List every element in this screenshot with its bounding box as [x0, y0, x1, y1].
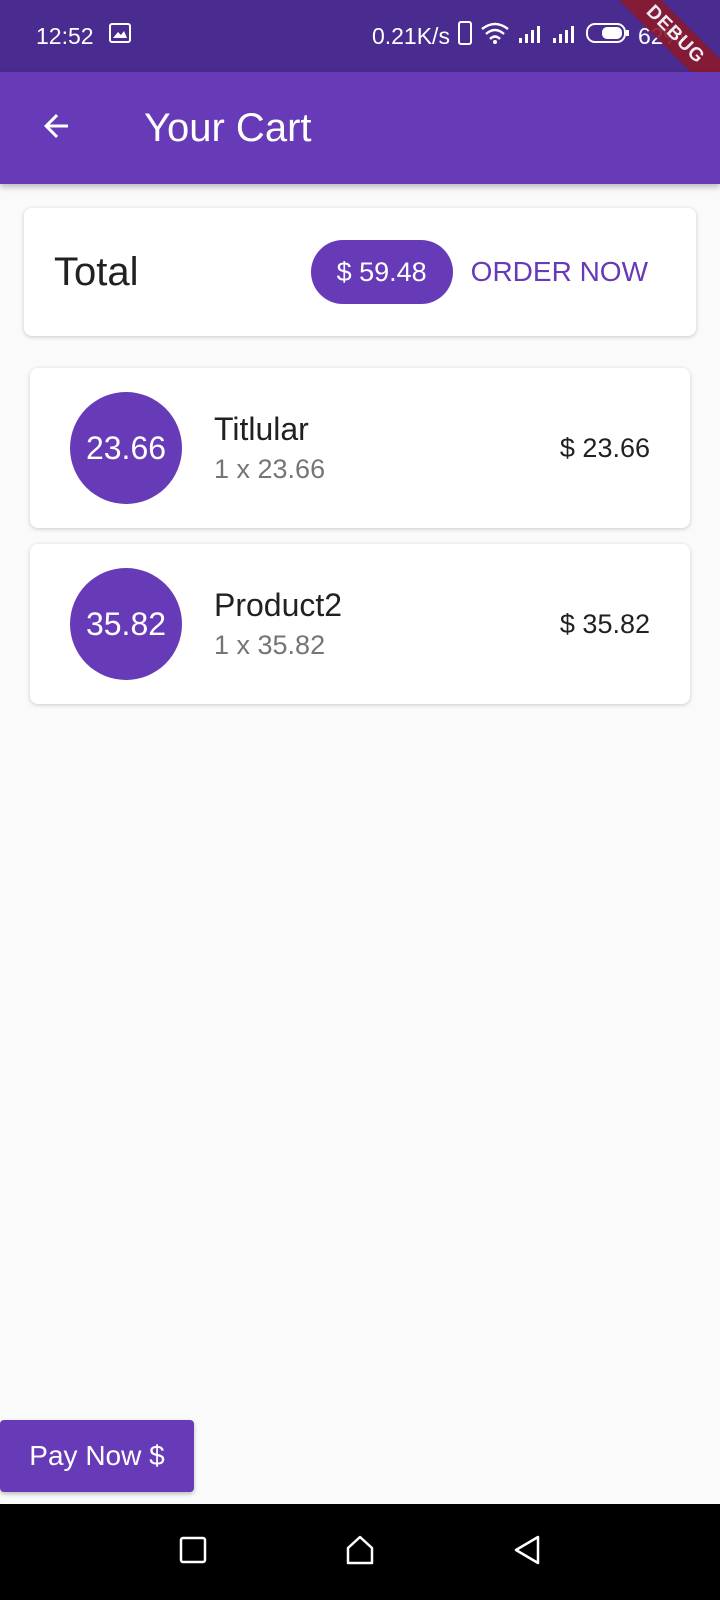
back-nav-button[interactable] [497, 1522, 557, 1582]
item-title: Titlular [214, 411, 309, 447]
battery-icon [585, 21, 630, 51]
signal-icon [552, 23, 578, 50]
app-bar: Your Cart [0, 72, 720, 184]
item-price-avatar: 23.66 [70, 392, 182, 504]
item-quantity: 1 x 23.66 [214, 454, 326, 484]
item-price-avatar: 35.82 [70, 568, 182, 680]
back-triangle-icon [513, 1534, 541, 1571]
arrow-back-icon [38, 108, 74, 149]
cart-item[interactable]: 23.66 Titlular 1 x 23.66 $ 23.66 [30, 368, 690, 528]
item-total: $ 23.66 [559, 432, 650, 463]
home-button[interactable] [330, 1522, 390, 1582]
gallery-icon [108, 21, 132, 51]
status-bar: 12:52 0.21K/s 62% DEBUG [0, 0, 720, 113]
item-quantity: 1 x 35.82 [214, 630, 326, 660]
network-speed: 0.21K/s [371, 22, 450, 49]
item-title: Product2 [214, 587, 343, 623]
recents-button[interactable] [163, 1522, 223, 1582]
item-total: $ 35.82 [559, 608, 650, 639]
recents-square-icon [179, 1536, 207, 1569]
home-icon [344, 1534, 376, 1571]
total-card: Total $ 59.48 ORDER NOW [24, 208, 696, 336]
signal-icon [518, 23, 544, 50]
status-time: 12:52 [36, 22, 94, 49]
pay-now-button[interactable]: Pay Now $ [0, 1420, 194, 1492]
phone-icon [457, 21, 472, 51]
wifi-icon [480, 21, 510, 51]
page-title: Your Cart [144, 105, 312, 150]
total-label: Total [54, 249, 139, 294]
system-nav-bar [0, 1504, 720, 1600]
back-button[interactable] [0, 72, 112, 184]
order-now-button[interactable]: ORDER NOW [471, 256, 648, 288]
cart-item[interactable]: 35.82 Product2 1 x 35.82 $ 35.82 [30, 544, 690, 704]
total-amount-chip: $ 59.48 [310, 240, 453, 304]
